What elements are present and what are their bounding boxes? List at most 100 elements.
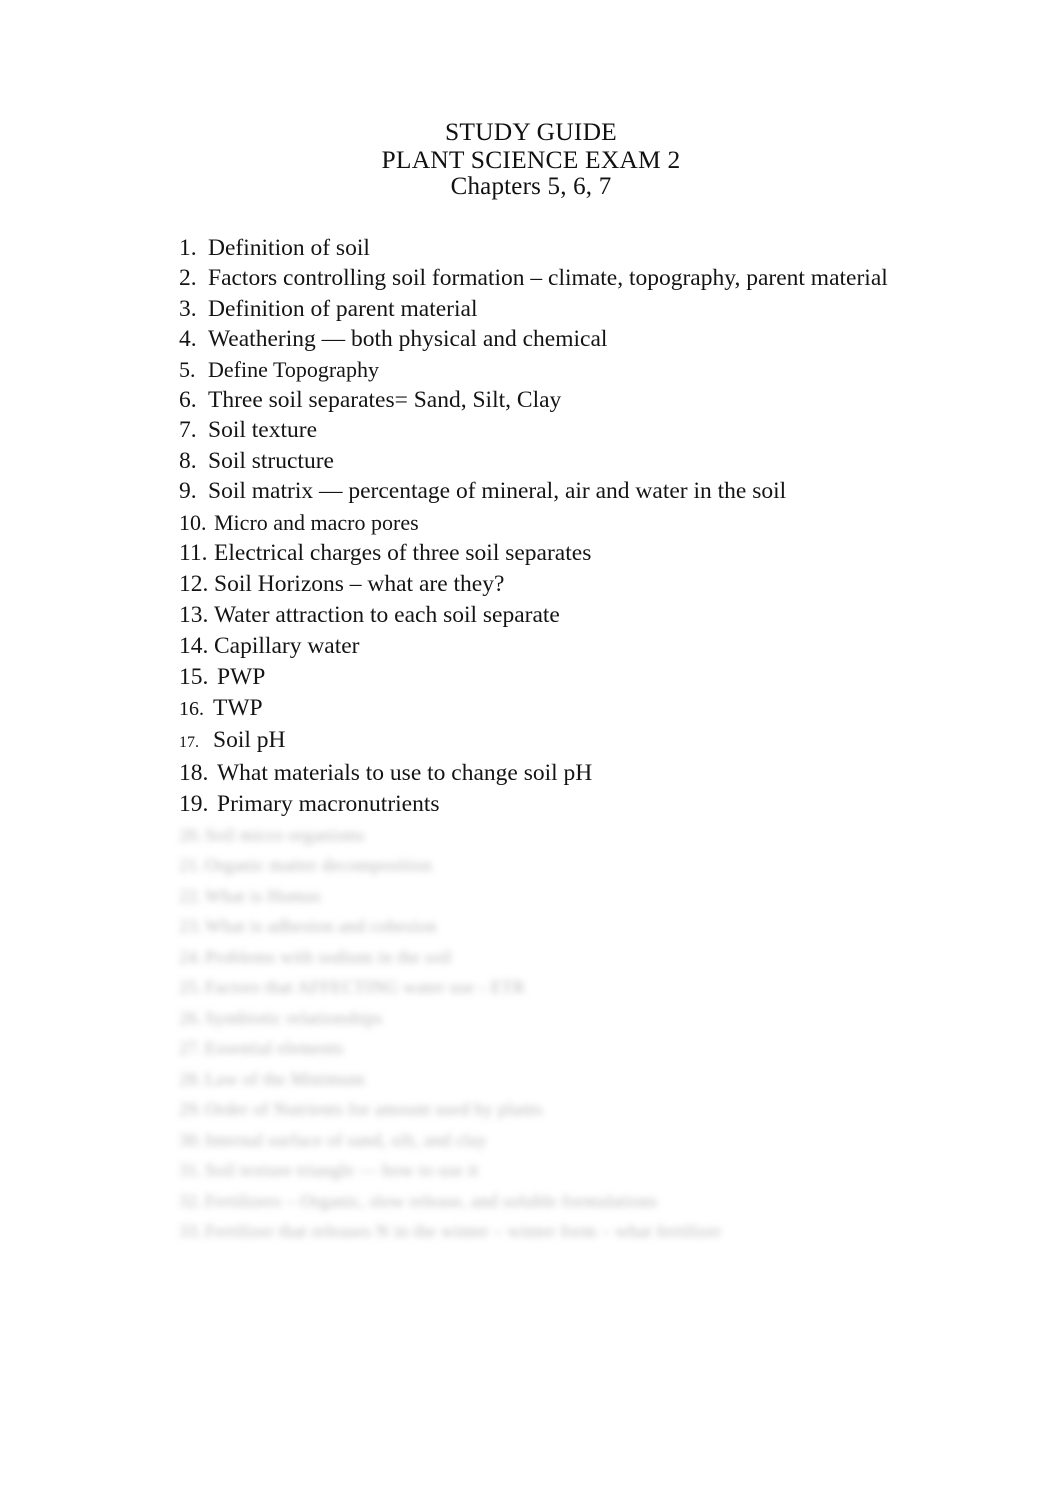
list-item-number: 28. xyxy=(179,1068,203,1089)
list-item-text: Factors that AFFECTING water use - ETR xyxy=(205,977,526,998)
page-title-line-1: STUDY GUIDE xyxy=(445,117,617,146)
list-item-text: Law of the Minimum xyxy=(205,1068,365,1089)
list-item-number: 2. xyxy=(179,265,197,292)
list-item-number: 11. xyxy=(179,539,208,566)
list-item-number: 10. xyxy=(179,509,207,535)
list-item-text: Water attraction to each soil separate xyxy=(214,601,560,628)
list-item-number: 17. xyxy=(179,733,199,751)
list-item-text: Definition of parent material xyxy=(208,295,478,322)
list-item: 22. What is Humus xyxy=(0,881,1062,912)
list-item: 15. PWP xyxy=(0,662,1062,693)
list-item: 31. Soil texture triangle — how to use it xyxy=(0,1155,1062,1186)
list-item-text: PWP xyxy=(217,663,266,690)
list-item-number: 21. xyxy=(179,855,203,876)
list-item: 27. Essential elements xyxy=(0,1033,1062,1064)
list-item-text: Electrical charges of three soil separat… xyxy=(214,539,592,566)
document-title-block: STUDY GUIDE PLANT SCIENCE EXAM 2 Chapter… xyxy=(0,118,1062,200)
list-item-text: Fertilizer that releases N in the winter… xyxy=(205,1221,722,1242)
list-item-text: What materials to use to change soil pH xyxy=(217,759,593,786)
list-item-text: Problems with sodium in the soil xyxy=(205,946,453,967)
list-item: 4. Weathering — both physical and chemica… xyxy=(0,324,1062,354)
list-item-number: 7. xyxy=(179,417,197,444)
list-item: 5. Define Topography xyxy=(0,355,1062,385)
list-item-number: 9. xyxy=(179,478,197,505)
list-item: 2. Factors controlling soil formation – c… xyxy=(0,263,1062,293)
list-item: 23. What is adhesion and cohesion xyxy=(0,911,1062,942)
list-item: 9. Soil matrix — percentage of mineral, a… xyxy=(0,476,1062,506)
list-item-text: Symbiotic relationships xyxy=(205,1007,383,1028)
list-item: 12. Soil Horizons – what are they? xyxy=(0,569,1062,600)
list-item-number: 19. xyxy=(179,790,209,817)
list-item-number: 16. xyxy=(179,697,204,720)
list-item: 7. Soil texture xyxy=(0,415,1062,445)
list-item-number: 18. xyxy=(179,759,209,786)
list-item-number: 4. xyxy=(179,326,197,353)
list-item-text: Soil texture triangle — how to use it xyxy=(205,1160,479,1181)
list-item-number: 14. xyxy=(179,632,209,659)
list-item: 24. Problems with sodium in the soil xyxy=(0,942,1062,973)
list-item-text: Three soil separates= Sand, Silt, Clay xyxy=(208,387,562,414)
list-item-text: What is Humus xyxy=(205,885,321,906)
list-item-text: Soil texture xyxy=(208,417,317,444)
list-item: 18. What materials to use to change soil … xyxy=(0,758,1062,789)
list-item-text: Primary macronutrients xyxy=(217,790,440,817)
list-item: 6. Three soil separates= Sand, Silt, Clay xyxy=(0,385,1062,415)
list-item-number: 30. xyxy=(179,1129,203,1150)
list-item-text: Soil structure xyxy=(208,447,334,474)
list-item: 19. Primary macronutrients xyxy=(0,789,1062,820)
list-item-text: Internal surface of sand, silt, and clay xyxy=(205,1129,487,1150)
list-item: 32. Fertilizers – Organic, slow release, … xyxy=(0,1186,1062,1217)
list-item: 17. Soil pH xyxy=(0,725,1062,758)
list-item: 11. Electrical charges of three soil sepa… xyxy=(0,538,1062,569)
list-item-number: 8. xyxy=(179,447,197,474)
list-item-number: 33. xyxy=(179,1221,203,1242)
list-item: 10. Micro and macro pores xyxy=(0,507,1062,538)
list-item: 29. Order of Nutrients for amount used by… xyxy=(0,1094,1062,1125)
list-item-number: 23. xyxy=(179,916,203,937)
list-item: 3. Definition of parent material xyxy=(0,294,1062,324)
list-item: 21. Organic matter decomposition xyxy=(0,850,1062,881)
list-item-text: What is adhesion and cohesion xyxy=(205,916,437,937)
list-item-text: Soil Horizons – what are they? xyxy=(214,570,505,597)
list-item-text: Factors controlling soil formation – cli… xyxy=(208,265,888,292)
list-item: 26. Symbiotic relationships xyxy=(0,1003,1062,1034)
list-item: 13. Water attraction to each soil separat… xyxy=(0,600,1062,631)
list-item-text: TWP xyxy=(213,694,263,721)
list-item-number: 22. xyxy=(179,885,203,906)
list-item: 28. Law of the Minimum xyxy=(0,1064,1062,1095)
list-item-text: Order of Nutrients for amount used by pl… xyxy=(205,1099,543,1120)
list-item-number: 1. xyxy=(179,235,197,261)
list-item: 20. Soil micro organisms xyxy=(0,820,1062,851)
list-item-number: 3. xyxy=(179,295,197,322)
list-item-text: Soil matrix — percentage of mineral, air… xyxy=(208,478,787,505)
document-page: STUDY GUIDE PLANT SCIENCE EXAM 2 Chapter… xyxy=(0,118,1062,1495)
list-item-number: 6. xyxy=(179,387,197,414)
list-item: 16. TWP xyxy=(0,693,1062,725)
list-item-number: 20. xyxy=(179,824,203,845)
list-item-text: Soil micro organisms xyxy=(205,824,365,845)
list-item-text: Weathering — both physical and chemical xyxy=(208,326,608,353)
list-item-number: 12. xyxy=(179,570,209,597)
list-item: 14. Capillary water xyxy=(0,631,1062,662)
list-item: 25. Factors that AFFECTING water use - ET… xyxy=(0,972,1062,1003)
list-item: 33. Fertilizer that releases N in the win… xyxy=(0,1216,1062,1247)
list-item-number: 13. xyxy=(179,601,209,628)
page-title-line-3: Chapters 5, 6, 7 xyxy=(450,173,612,200)
list-item: 8. Soil structure xyxy=(0,446,1062,476)
list-item-number: 27. xyxy=(179,1038,203,1059)
study-guide-list: 1. Definition of soil 2. Factors controllin… xyxy=(0,233,1062,1247)
list-item-number: 29. xyxy=(179,1099,203,1120)
list-item-text: Micro and macro pores xyxy=(214,509,419,535)
list-item-number: 26. xyxy=(179,1007,203,1028)
list-item-number: 24. xyxy=(179,946,203,967)
list-item-number: 31. xyxy=(179,1160,203,1181)
list-item-number: 25. xyxy=(179,977,203,998)
page-title-line-2: PLANT SCIENCE EXAM 2 xyxy=(381,144,681,174)
list-item-text: Soil pH xyxy=(213,726,286,753)
list-item-text: Fertilizers – Organic, slow release, and… xyxy=(205,1190,658,1211)
list-item: 30. Internal surface of sand, silt, and c… xyxy=(0,1125,1062,1156)
list-item-text: Organic matter decomposition xyxy=(205,855,433,876)
list-item-text: Capillary water xyxy=(214,632,360,659)
list-item-number: 32. xyxy=(179,1190,203,1211)
list-item: 1. Definition of soil xyxy=(0,233,1062,263)
